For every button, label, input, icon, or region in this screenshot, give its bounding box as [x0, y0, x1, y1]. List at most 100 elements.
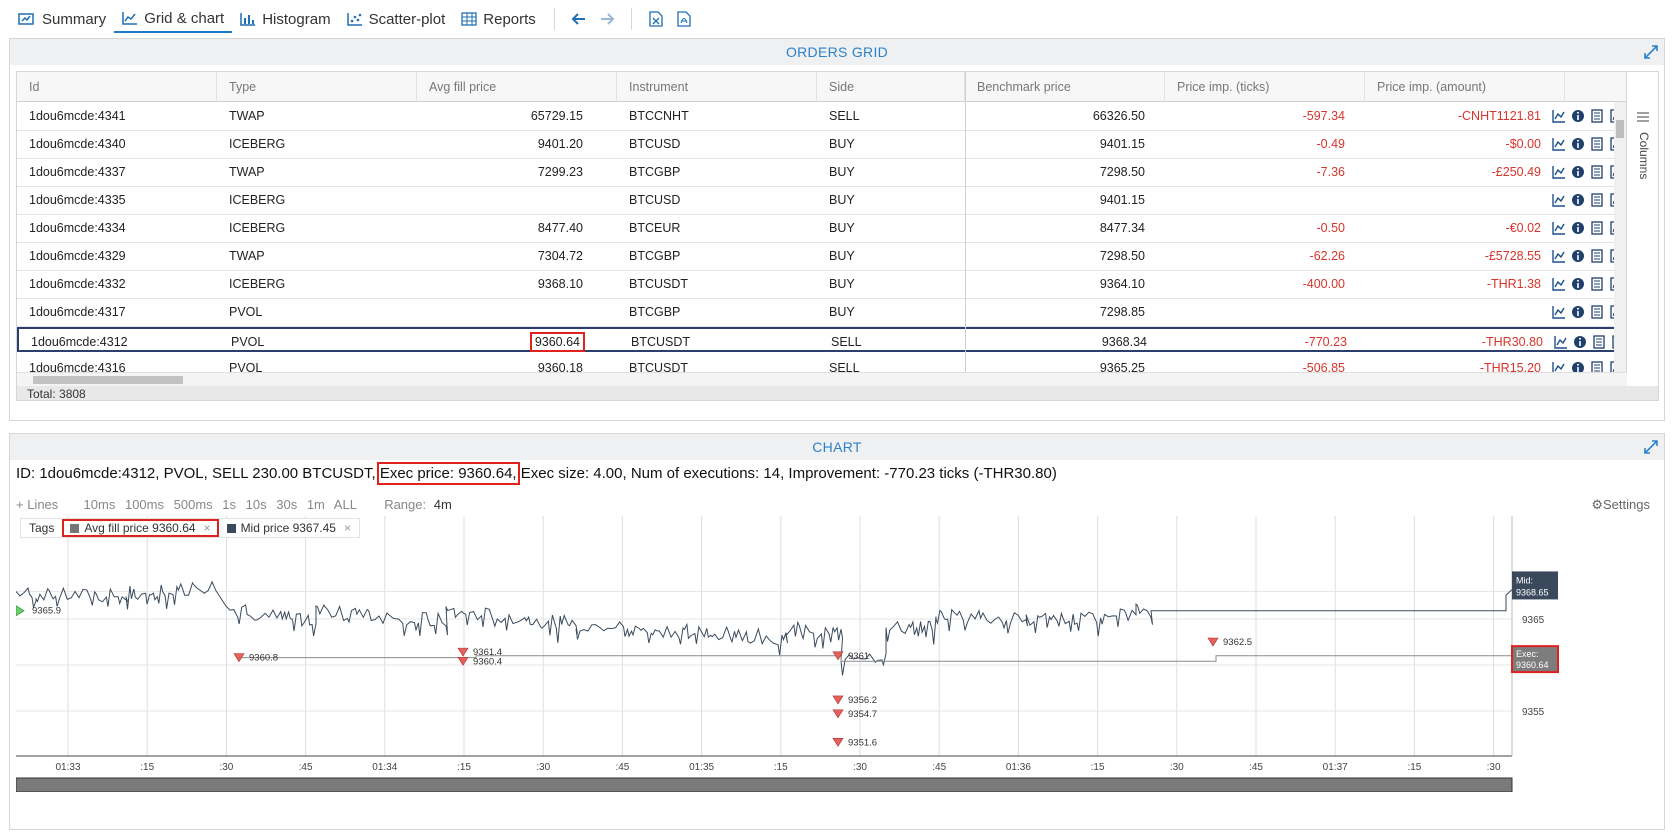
pdf-export-icon: [677, 11, 691, 27]
table-row[interactable]: 1dou6mcde:4332 ICEBERG 9368.10 BTCUSDT BUY 93…: [17, 271, 1627, 299]
chart-icon[interactable]: [1554, 335, 1568, 349]
column-header-instrument[interactable]: Instrument: [617, 72, 817, 102]
info-icon[interactable]: [1571, 193, 1585, 207]
document-icon[interactable]: [1590, 305, 1604, 319]
column-header-side[interactable]: Side: [817, 72, 965, 102]
price-chart[interactable]: 01:33:15:30:45 01:34:15:30:45 01:35:15:30:…: [15, 516, 1658, 793]
tab-grid-chart[interactable]: Grid & chart: [114, 5, 233, 33]
chart-icon[interactable]: [1552, 165, 1566, 179]
expand-icon[interactable]: [1644, 440, 1658, 454]
cell-price-imp-ticks: [1165, 187, 1355, 214]
cell-benchmark-price: 7298.85: [1099, 305, 1145, 319]
grid-horizontal-scrollbar[interactable]: [17, 372, 1627, 386]
columns-tab-label: Columns: [1637, 132, 1651, 180]
interval-10ms[interactable]: 10ms: [84, 497, 116, 512]
table-row[interactable]: 1dou6mcde:4337 TWAP 7299.23 BTCGBP BUY 7298.5…: [17, 159, 1627, 187]
document-icon[interactable]: [1590, 249, 1604, 263]
info-icon[interactable]: [1571, 165, 1585, 179]
range-value[interactable]: 4m: [434, 497, 452, 512]
chart-icon[interactable]: [1552, 305, 1566, 319]
range-label: Range:: [384, 497, 427, 512]
table-row[interactable]: 1dou6mcde:4329 TWAP 7304.72 BTCGBP BUY 7298.5…: [17, 243, 1627, 271]
scrollbar-thumb[interactable]: [33, 376, 183, 384]
columns-side-tab[interactable]: Columns: [1626, 72, 1658, 372]
tab-histogram[interactable]: Histogram: [232, 5, 338, 33]
tag-avg-fill-price[interactable]: Avg fill price 9360.64 ×: [62, 519, 219, 537]
tag-mid-price[interactable]: Mid price 9367.45 ×: [219, 519, 359, 537]
info-icon[interactable]: [1571, 109, 1585, 123]
document-icon[interactable]: [1590, 109, 1604, 123]
x-tick-label: :45: [615, 762, 629, 773]
execution-marker[interactable]: [832, 709, 844, 719]
export-pdf-button[interactable]: [670, 5, 698, 33]
cell-price-imp-ticks: -400.00: [1302, 277, 1345, 291]
table-row[interactable]: 1dou6mcde:4335 ICEBERG BTCUSD BUY 9401.15: [17, 187, 1627, 215]
info-icon[interactable]: [1571, 305, 1585, 319]
info-icon[interactable]: [1571, 249, 1585, 263]
tab-reports[interactable]: Reports: [453, 5, 544, 33]
column-header-benchmark-price[interactable]: Benchmark price: [965, 72, 1165, 102]
execution-marker[interactable]: [832, 737, 844, 747]
chart-navigator[interactable]: [15, 777, 1513, 793]
column-header-type[interactable]: Type: [217, 72, 417, 102]
execution-marker[interactable]: [457, 647, 469, 657]
close-icon[interactable]: ×: [344, 521, 351, 535]
interval-all[interactable]: ALL: [334, 497, 357, 512]
cell-avg-fill-price: 8477.40: [537, 221, 583, 235]
forward-button[interactable]: [593, 5, 621, 33]
document-icon[interactable]: [1590, 165, 1604, 179]
interval-30s[interactable]: 30s: [276, 497, 297, 512]
document-icon[interactable]: [1590, 221, 1604, 235]
expand-icon[interactable]: [1644, 45, 1658, 59]
chart-icon[interactable]: [1552, 249, 1566, 263]
info-icon[interactable]: [1571, 221, 1585, 235]
chart-icon[interactable]: [1552, 137, 1566, 151]
table-row[interactable]: 1dou6mcde:4341 TWAP 65729.15 BTCCNHT SELL 663…: [17, 103, 1627, 131]
scrollbar-thumb[interactable]: [1616, 120, 1624, 138]
chart-canvas[interactable]: 01:33:15:30:45 01:34:15:30:45 01:35:15:30:…: [15, 516, 1658, 793]
document-icon[interactable]: [1592, 335, 1606, 349]
interval-1m[interactable]: 1m: [307, 497, 325, 512]
cell-avg-fill-price: 9401.20: [537, 137, 583, 151]
table-row[interactable]: 1dou6mcde:4312 PVOL 9360.64 BTCUSDT SELL 9368…: [17, 327, 1627, 352]
interval-10s[interactable]: 10s: [246, 497, 267, 512]
grid-vertical-scrollbar[interactable]: [1614, 102, 1626, 372]
tab-summary[interactable]: Summary: [10, 5, 114, 33]
settings-button[interactable]: ⚙Settings: [1591, 497, 1650, 513]
info-icon[interactable]: [1571, 137, 1585, 151]
back-button[interactable]: [565, 5, 593, 33]
cell-benchmark-price: 9401.15: [1099, 137, 1145, 151]
table-row[interactable]: 1dou6mcde:4340 ICEBERG 9401.20 BTCUSD BUY 940…: [17, 131, 1627, 159]
execution-marker[interactable]: [1207, 637, 1219, 647]
x-tick-label: :30: [1170, 762, 1184, 773]
interval-500ms[interactable]: 500ms: [174, 497, 213, 512]
chart-icon[interactable]: [1552, 193, 1566, 207]
document-icon[interactable]: [1590, 277, 1604, 291]
chart-icon[interactable]: [1552, 109, 1566, 123]
document-icon[interactable]: [1590, 193, 1604, 207]
column-header-price-imp-ticks[interactable]: Price imp. (ticks): [1165, 72, 1365, 102]
tab-scatter-plot[interactable]: Scatter-plot: [339, 5, 454, 33]
export-excel-button[interactable]: [642, 5, 670, 33]
chart-icon[interactable]: [1552, 221, 1566, 235]
interval-1s[interactable]: 1s: [222, 497, 236, 512]
column-header-avg-fill-price[interactable]: Avg fill price: [417, 72, 617, 102]
close-icon[interactable]: ×: [204, 521, 211, 535]
column-header-id[interactable]: Id: [17, 72, 217, 102]
execution-marker[interactable]: [457, 657, 469, 666]
row-actions: [1552, 165, 1623, 179]
info-icon[interactable]: [1573, 335, 1587, 349]
document-icon[interactable]: [1590, 137, 1604, 151]
execution-marker[interactable]: [832, 695, 844, 705]
start-marker: [15, 604, 25, 617]
cell-avg-fill-price: 7299.23: [537, 165, 583, 179]
info-icon[interactable]: [1571, 277, 1585, 291]
table-row[interactable]: 1dou6mcde:4317 PVOL BTCGBP BUY 7298.85: [17, 299, 1627, 327]
column-header-price-imp-amount[interactable]: Price imp. (amount): [1365, 72, 1565, 102]
tags-label: Tags: [29, 521, 55, 535]
cell-price-imp-amount: -€0.02: [1505, 221, 1541, 235]
add-lines-button[interactable]: + Lines: [16, 497, 58, 512]
interval-100ms[interactable]: 100ms: [125, 497, 164, 512]
chart-icon[interactable]: [1552, 277, 1566, 291]
table-row[interactable]: 1dou6mcde:4334 ICEBERG 8477.40 BTCEUR BUY 847…: [17, 215, 1627, 243]
